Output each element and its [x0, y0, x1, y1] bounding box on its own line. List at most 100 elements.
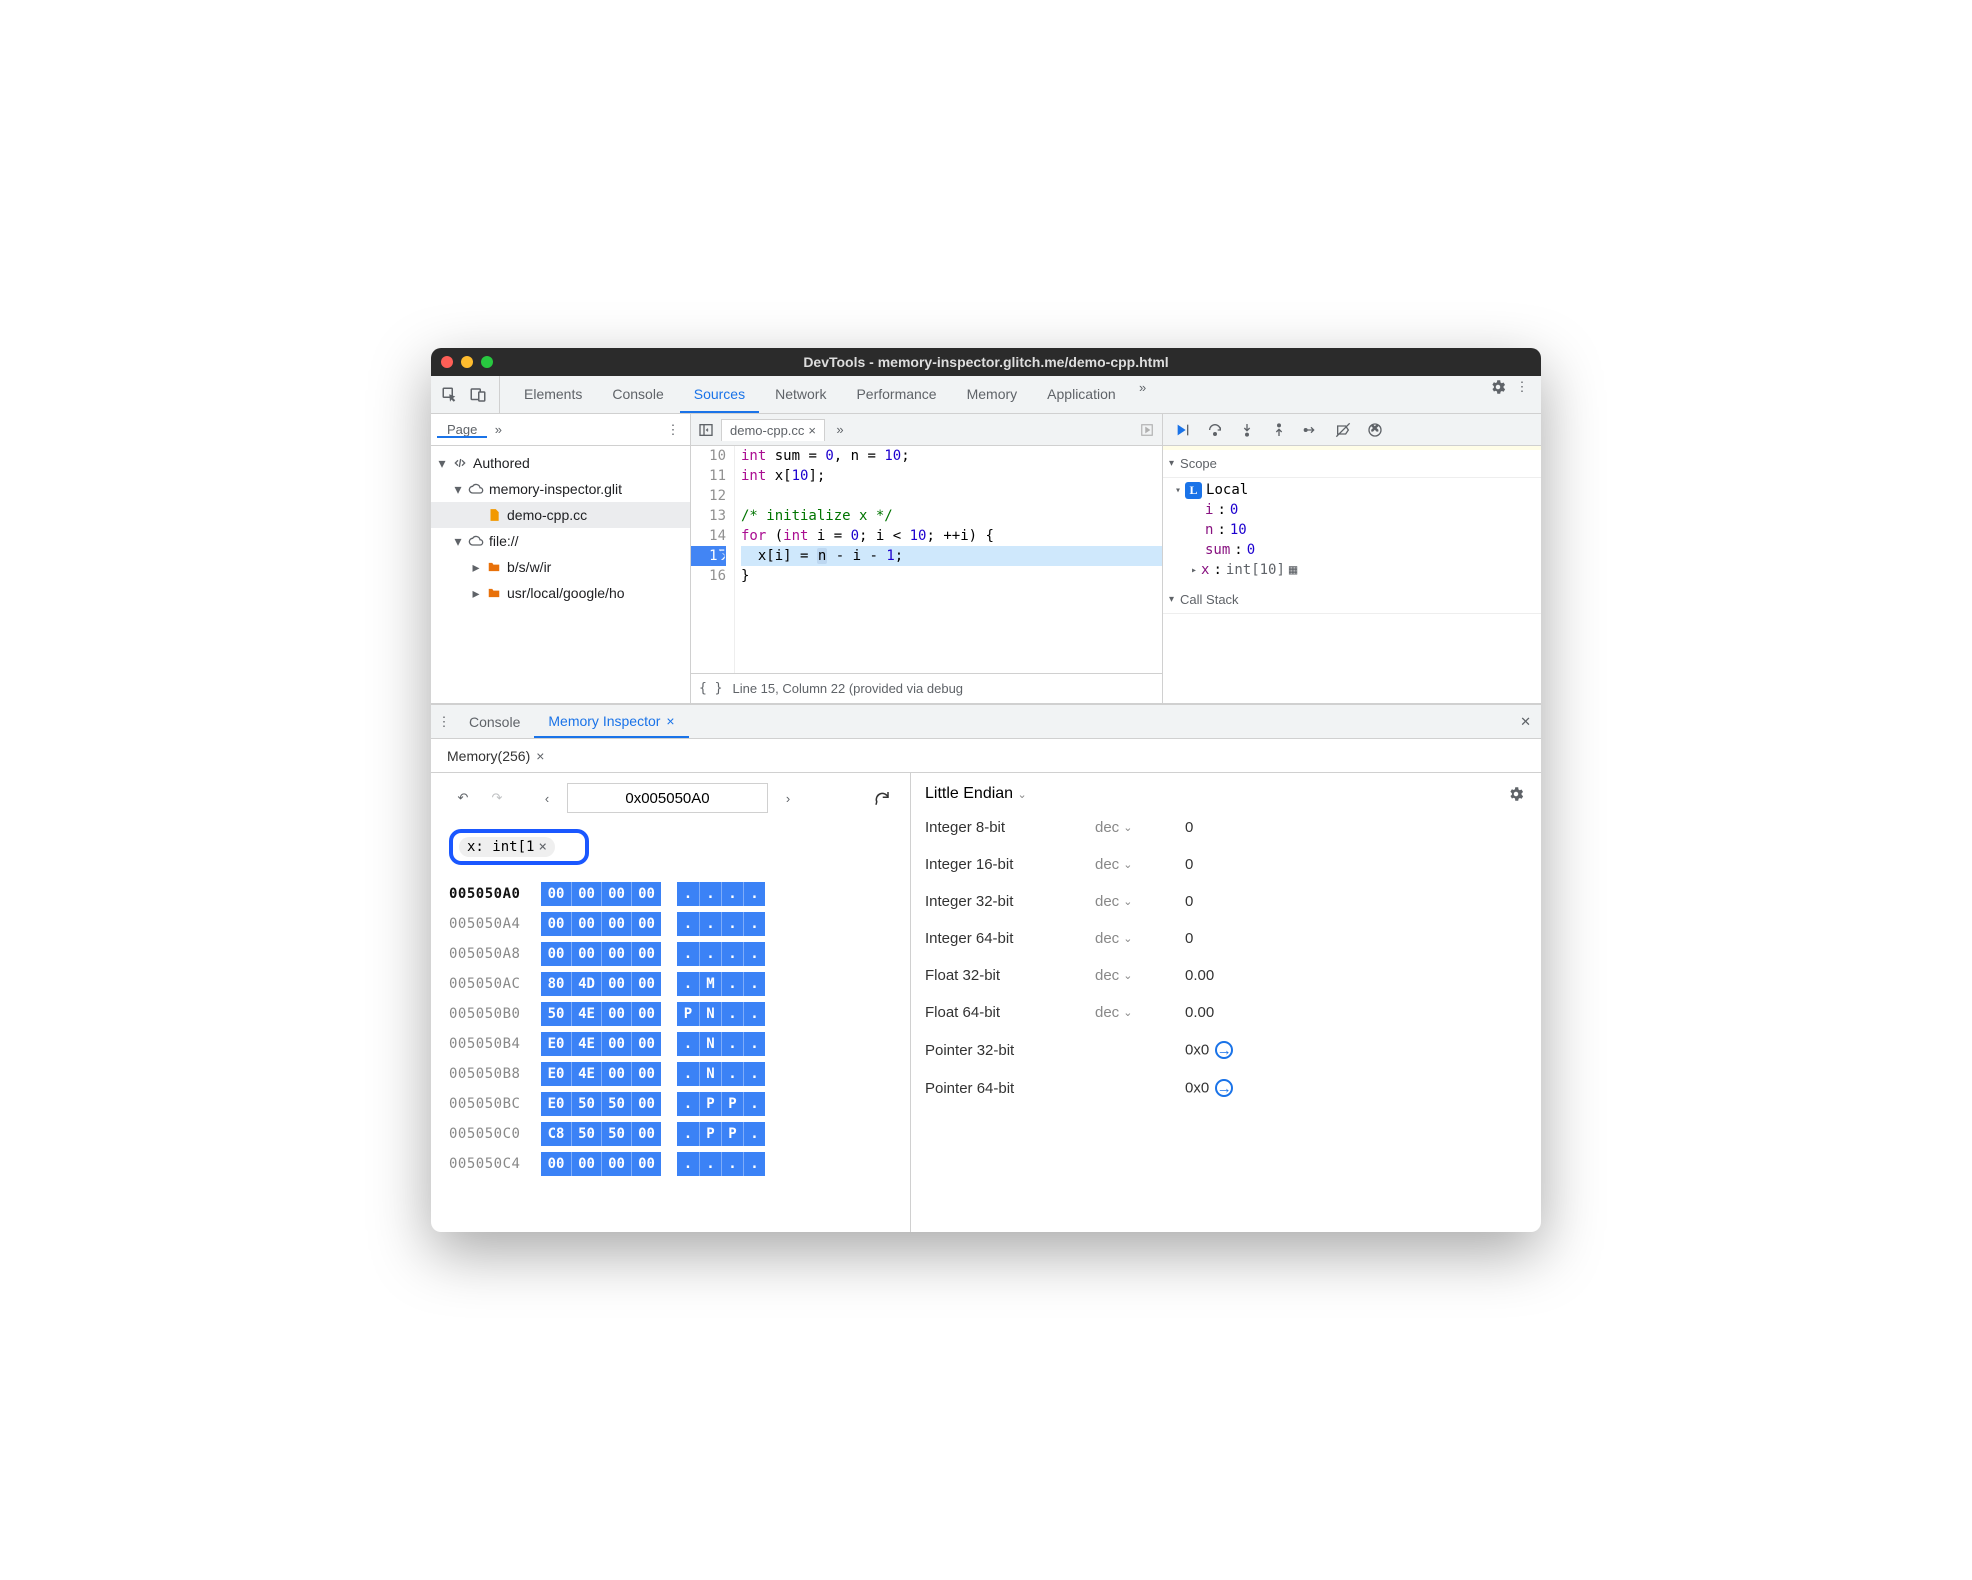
- hex-byte[interactable]: E0: [541, 1092, 571, 1116]
- ascii-char[interactable]: .: [677, 1062, 699, 1086]
- tab-network[interactable]: Network: [761, 376, 840, 413]
- hex-row[interactable]: 005050B8E04E0000.N..: [449, 1059, 896, 1089]
- ascii-char[interactable]: .: [721, 942, 743, 966]
- hex-row[interactable]: 005050A400000000....: [449, 909, 896, 939]
- ascii-char[interactable]: .: [743, 972, 765, 996]
- hex-byte[interactable]: E0: [541, 1062, 571, 1086]
- ascii-char[interactable]: P: [699, 1122, 721, 1146]
- ascii-char[interactable]: .: [677, 1122, 699, 1146]
- pause-on-exceptions-icon[interactable]: [1361, 417, 1389, 443]
- scope-var[interactable]: sum: 0: [1175, 540, 1535, 560]
- hex-byte[interactable]: 00: [631, 912, 661, 936]
- hex-byte[interactable]: 50: [541, 1002, 571, 1026]
- kebab-icon[interactable]: ⋮: [1511, 376, 1533, 398]
- ascii-char[interactable]: .: [743, 1032, 765, 1056]
- hex-byte[interactable]: 00: [571, 942, 601, 966]
- ascii-char[interactable]: .: [743, 1062, 765, 1086]
- step-into-icon[interactable]: [1233, 417, 1261, 443]
- hex-byte[interactable]: 00: [601, 882, 631, 906]
- deactivate-breakpoints-icon[interactable]: [1329, 417, 1357, 443]
- hex-byte[interactable]: 00: [541, 882, 571, 906]
- ascii-char[interactable]: N: [699, 1032, 721, 1056]
- ascii-char[interactable]: .: [699, 882, 721, 906]
- ascii-char[interactable]: .: [721, 1152, 743, 1176]
- ascii-char[interactable]: .: [699, 1152, 721, 1176]
- line-number[interactable]: 10: [691, 446, 726, 466]
- tree-file-demo-cpp[interactable]: demo-cpp.cc: [431, 502, 690, 528]
- tree-folder-bsir[interactable]: ▸ b/s/w/ir: [431, 554, 690, 580]
- ascii-char[interactable]: P: [721, 1092, 743, 1116]
- code-line[interactable]: for (int i = 0; i < 10; ++i) {: [741, 526, 1162, 546]
- ascii-char[interactable]: .: [721, 1062, 743, 1086]
- hex-byte[interactable]: 00: [601, 1032, 631, 1056]
- close-icon[interactable]: ×: [538, 839, 546, 855]
- redo-icon[interactable]: ↷: [483, 784, 511, 812]
- ascii-char[interactable]: .: [677, 912, 699, 936]
- hex-row[interactable]: 005050C400000000....: [449, 1149, 896, 1179]
- hex-byte[interactable]: 00: [601, 1152, 631, 1176]
- ascii-char[interactable]: .: [743, 1152, 765, 1176]
- ascii-char[interactable]: .: [721, 1032, 743, 1056]
- undo-icon[interactable]: ↶: [449, 784, 477, 812]
- memory-subtab[interactable]: Memory(256) ×: [441, 739, 550, 772]
- drawer-kebab-icon[interactable]: ⋮: [433, 711, 455, 733]
- value-mode-select[interactable]: dec ⌄: [1095, 856, 1185, 873]
- ascii-char[interactable]: .: [677, 942, 699, 966]
- next-page-icon[interactable]: ›: [774, 784, 802, 812]
- prev-page-icon[interactable]: ‹: [533, 784, 561, 812]
- code-line[interactable]: }: [741, 566, 1162, 586]
- hex-byte[interactable]: 4D: [571, 972, 601, 996]
- ascii-char[interactable]: M: [699, 972, 721, 996]
- line-number[interactable]: 14: [691, 526, 726, 546]
- hex-byte[interactable]: 00: [601, 972, 631, 996]
- zoom-window-icon[interactable]: [481, 356, 493, 368]
- hex-byte[interactable]: 50: [601, 1122, 631, 1146]
- drawer-tab-console[interactable]: Console: [455, 705, 534, 738]
- scope-var[interactable]: i: 0: [1175, 500, 1535, 520]
- hex-byte[interactable]: 00: [571, 882, 601, 906]
- close-icon[interactable]: ×: [666, 713, 674, 729]
- hex-byte[interactable]: 50: [601, 1092, 631, 1116]
- memory-chip-icon[interactable]: ▦: [1289, 562, 1297, 578]
- hex-byte[interactable]: 00: [571, 1152, 601, 1176]
- ascii-char[interactable]: .: [677, 882, 699, 906]
- ascii-char[interactable]: .: [721, 912, 743, 936]
- hex-byte[interactable]: 00: [631, 1152, 661, 1176]
- hex-byte[interactable]: 00: [541, 912, 571, 936]
- device-toggle-icon[interactable]: [467, 384, 489, 406]
- ascii-char[interactable]: .: [743, 912, 765, 936]
- pretty-print-icon[interactable]: { }: [699, 681, 722, 696]
- tree-fileurl[interactable]: ▾ file://: [431, 528, 690, 554]
- hex-byte[interactable]: E0: [541, 1032, 571, 1056]
- line-number[interactable]: 16: [691, 566, 726, 586]
- tree-domain[interactable]: ▾ memory-inspector.glit: [431, 476, 690, 502]
- line-number[interactable]: 13: [691, 506, 726, 526]
- endianness-select[interactable]: Little Endian ⌄: [925, 785, 1027, 803]
- tab-elements[interactable]: Elements: [510, 376, 596, 413]
- source-tab-demo-cpp[interactable]: demo-cpp.cc ×: [721, 419, 825, 441]
- scope-var[interactable]: n: 10: [1175, 520, 1535, 540]
- ascii-char[interactable]: .: [743, 942, 765, 966]
- hex-row[interactable]: 005050AC804D0000.M..: [449, 969, 896, 999]
- ascii-char[interactable]: .: [721, 972, 743, 996]
- hex-byte[interactable]: 80: [541, 972, 571, 996]
- hex-row[interactable]: 005050A000000000....: [449, 879, 896, 909]
- navigator-tab-page[interactable]: Page: [437, 422, 487, 437]
- hex-byte[interactable]: 00: [601, 1002, 631, 1026]
- hex-row[interactable]: 005050B0504E0000PN..: [449, 999, 896, 1029]
- code-editor[interactable]: 10111213141516int sum = 0, n = 10;int x[…: [691, 446, 1162, 673]
- run-snippet-icon[interactable]: [1136, 419, 1158, 441]
- tab-sources[interactable]: Sources: [680, 376, 759, 413]
- value-mode-select[interactable]: dec ⌄: [1095, 930, 1185, 947]
- hex-byte[interactable]: 00: [631, 972, 661, 996]
- hex-byte[interactable]: 4E: [571, 1062, 601, 1086]
- value-mode-select[interactable]: dec ⌄: [1095, 1004, 1185, 1021]
- object-chip[interactable]: x: int[1 ×: [459, 837, 555, 857]
- ascii-char[interactable]: .: [721, 882, 743, 906]
- ascii-char[interactable]: .: [677, 1032, 699, 1056]
- hex-row[interactable]: 005050A800000000....: [449, 939, 896, 969]
- resume-icon[interactable]: [1169, 417, 1197, 443]
- tab-console[interactable]: Console: [598, 376, 677, 413]
- code-line[interactable]: int sum = 0, n = 10;: [741, 446, 1162, 466]
- hex-row[interactable]: 005050C0C8505000.PP.: [449, 1119, 896, 1149]
